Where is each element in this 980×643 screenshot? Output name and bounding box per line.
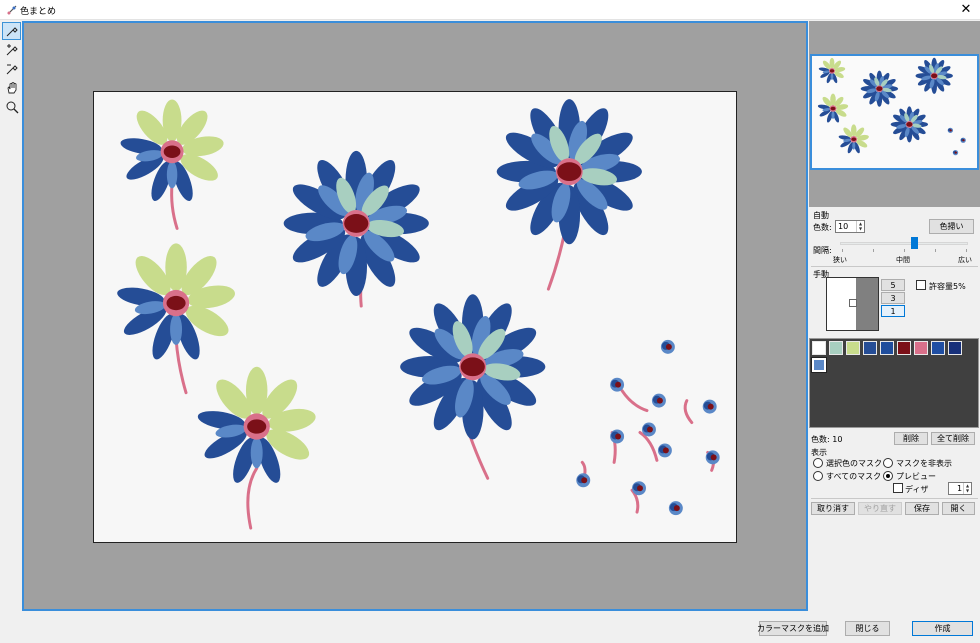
artwork-canvas[interactable] — [93, 91, 737, 543]
size-button-5[interactable]: 5 — [881, 279, 905, 291]
zoom-icon[interactable] — [2, 98, 21, 116]
radio-selected-mask-label: 選択色のマスク — [826, 459, 882, 468]
radio-all-masks-label: すべてのマスク — [826, 472, 882, 481]
display-heading: 表示 — [811, 448, 827, 457]
sample-preview-center — [849, 299, 857, 307]
window-title: 色まとめ — [20, 7, 57, 17]
radio-preview[interactable] — [883, 471, 893, 481]
slider-tick — [935, 249, 936, 252]
create-button[interactable]: 作成 — [912, 621, 973, 636]
slider-tick — [873, 249, 874, 252]
palette-swatch[interactable] — [811, 357, 827, 373]
navigator-artwork — [817, 57, 966, 156]
spinner-arrows-icon[interactable]: ▲ ▼ — [856, 221, 864, 232]
save-button[interactable]: 保存 — [905, 502, 939, 515]
palette-swatch[interactable] — [897, 341, 911, 355]
undo-button[interactable]: 取り消す — [811, 502, 855, 515]
divider — [811, 498, 978, 499]
color-palette[interactable] — [809, 338, 979, 428]
dither-checkbox[interactable] — [893, 483, 903, 493]
radio-all-masks[interactable] — [813, 471, 823, 481]
radio-hide-mask-label: マスクを非表示 — [896, 459, 952, 468]
radio-hide-mask[interactable] — [883, 458, 893, 468]
tolerance-label: 許容量5% — [929, 282, 966, 291]
add-color-mask-button[interactable]: カラーマスクを追加 — [757, 621, 829, 636]
palette-count-label: 色数: 10 — [811, 435, 843, 444]
spacing-slider-thumb[interactable] — [911, 237, 919, 249]
sample-preview — [826, 277, 879, 331]
reduce-colors-button[interactable]: 色掃い — [929, 219, 974, 234]
radio-preview-label: プレビュー — [896, 472, 936, 481]
spacing-label: 間隔: — [813, 246, 832, 255]
palette-swatch[interactable] — [829, 341, 843, 355]
divider — [811, 266, 978, 267]
dither-value: 1 — [957, 484, 963, 493]
palette-swatch[interactable] — [931, 341, 945, 355]
size-button-1[interactable]: 1 — [881, 305, 905, 317]
slider-tick — [842, 249, 843, 252]
flower-artwork — [115, 99, 720, 530]
canvas-area[interactable] — [22, 21, 808, 611]
radio-selected-mask[interactable] — [813, 458, 823, 468]
eyedropper-icon[interactable] — [2, 22, 21, 40]
redo-button[interactable]: やり直す — [858, 502, 902, 515]
close-button[interactable]: 閉じる — [845, 621, 890, 636]
slider-tick — [966, 249, 967, 252]
title-bar: 色まとめ ✕ — [0, 0, 980, 20]
color-count-value: 10 — [838, 222, 849, 231]
hand-icon[interactable] — [2, 79, 21, 97]
spacing-slider[interactable] — [840, 242, 968, 245]
right-panel: 自動 色数: 10 ▲ ▼ 色掃い 間隔: 狭い 中間 広い 手動 5 3 1 許… — [808, 21, 980, 611]
close-icon[interactable]: ✕ — [952, 0, 980, 20]
navigator[interactable] — [809, 21, 980, 207]
slider-tick — [904, 249, 905, 252]
color-count-label: 色数: — [813, 223, 832, 232]
eyedropper-remove-icon[interactable] — [2, 60, 21, 78]
tolerance-checkbox[interactable] — [916, 280, 926, 290]
delete-color-button[interactable]: 削除 — [894, 432, 928, 445]
palette-swatch[interactable] — [863, 341, 877, 355]
app-icon — [7, 5, 17, 15]
size-button-3[interactable]: 3 — [881, 292, 905, 304]
palette-swatch[interactable] — [880, 341, 894, 355]
open-button[interactable]: 開く — [942, 502, 975, 515]
tool-bar — [0, 20, 22, 610]
palette-swatch[interactable] — [846, 341, 860, 355]
dither-spinner-arrows-icon[interactable]: ▲ ▼ — [963, 483, 971, 494]
eyedropper-add-icon[interactable] — [2, 41, 21, 59]
slider-narrow-label: 狭い — [833, 256, 847, 264]
slider-middle-label: 中間 — [896, 256, 910, 264]
color-count-spinner[interactable]: 10 ▲ ▼ — [835, 220, 865, 233]
palette-swatch[interactable] — [948, 341, 962, 355]
dither-label: ディザ — [905, 485, 929, 494]
navigator-preview[interactable] — [810, 54, 979, 170]
slider-wide-label: 広い — [958, 256, 972, 264]
delete-all-colors-button[interactable]: 全て削除 — [931, 432, 975, 445]
palette-swatch[interactable] — [812, 341, 826, 355]
auto-heading: 自動 — [813, 211, 829, 220]
palette-swatch[interactable] — [914, 341, 928, 355]
dither-spinner[interactable]: 1 ▲ ▼ — [948, 482, 972, 495]
sample-preview-dark — [856, 278, 878, 330]
